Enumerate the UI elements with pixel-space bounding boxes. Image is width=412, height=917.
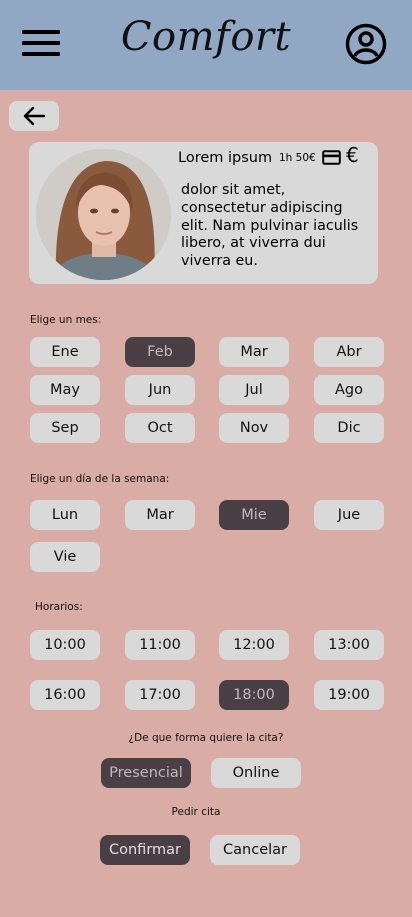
time-chip-10-00[interactable]: 10:00 — [30, 630, 100, 660]
arrow-left-icon — [23, 106, 46, 126]
confirm-button[interactable]: Confirmar — [100, 835, 190, 865]
time-chip-13-00[interactable]: 13:00 — [314, 630, 384, 660]
time-chip-18-00[interactable]: 18:00 — [219, 680, 289, 710]
month-chip-jul[interactable]: Jul — [219, 375, 289, 405]
session-price: 1h 50€ — [279, 152, 316, 164]
month-section-label: Elige un mes: — [30, 314, 102, 326]
request-appointment-label: Pedir cita — [171, 806, 221, 818]
time-chip-11-00[interactable]: 11:00 — [125, 630, 195, 660]
time-chip-16-00[interactable]: 16:00 — [30, 680, 100, 710]
euro-icon: € — [346, 143, 359, 167]
month-chip-jun[interactable]: Jun — [125, 375, 195, 405]
weekday-chip-mar[interactable]: Mar — [125, 500, 195, 530]
time-chip-17-00[interactable]: 17:00 — [125, 680, 195, 710]
schedule-section-label: Horarios: — [35, 601, 83, 613]
credit-card-icon — [322, 150, 341, 169]
weekday-chip-vie[interactable]: Vie — [30, 542, 100, 572]
time-chip-12-00[interactable]: 12:00 — [219, 630, 289, 660]
top-bar: Comfort — [0, 0, 412, 90]
user-profile-icon[interactable] — [345, 23, 387, 65]
month-chip-dic[interactable]: Dic — [314, 413, 384, 443]
weekday-chip-mie[interactable]: Mie — [219, 500, 289, 530]
month-chip-ene[interactable]: Ene — [30, 337, 100, 367]
month-chip-nov[interactable]: Nov — [219, 413, 289, 443]
mode-chip-presencial[interactable]: Presencial — [101, 758, 191, 788]
time-chip-19-00[interactable]: 19:00 — [314, 680, 384, 710]
month-chip-feb[interactable]: Feb — [125, 337, 195, 367]
month-chip-oct[interactable]: Oct — [125, 413, 195, 443]
month-chip-sep[interactable]: Sep — [30, 413, 100, 443]
appointment-mode-question: ¿De que forma quiere la cita? — [128, 732, 284, 744]
back-button[interactable] — [9, 101, 59, 131]
mode-chip-online[interactable]: Online — [211, 758, 301, 788]
weekday-section-label: Elige un día de la semana: — [30, 473, 170, 485]
specialist-avatar — [36, 149, 171, 280]
cancel-button[interactable]: Cancelar — [210, 835, 300, 865]
month-chip-abr[interactable]: Abr — [314, 337, 384, 367]
month-chip-may[interactable]: May — [30, 375, 100, 405]
specialist-description: dolor sit amet, consectetur adipiscing e… — [181, 182, 359, 270]
month-chip-ago[interactable]: Ago — [314, 375, 384, 405]
weekday-chip-jue[interactable]: Jue — [314, 500, 384, 530]
specialist-name: Lorem ipsum — [178, 150, 273, 166]
month-chip-mar[interactable]: Mar — [219, 337, 289, 367]
specialist-card: Lorem ipsum 1h 50€ € dolor sit amet, con… — [29, 142, 378, 284]
weekday-chip-lun[interactable]: Lun — [30, 500, 100, 530]
